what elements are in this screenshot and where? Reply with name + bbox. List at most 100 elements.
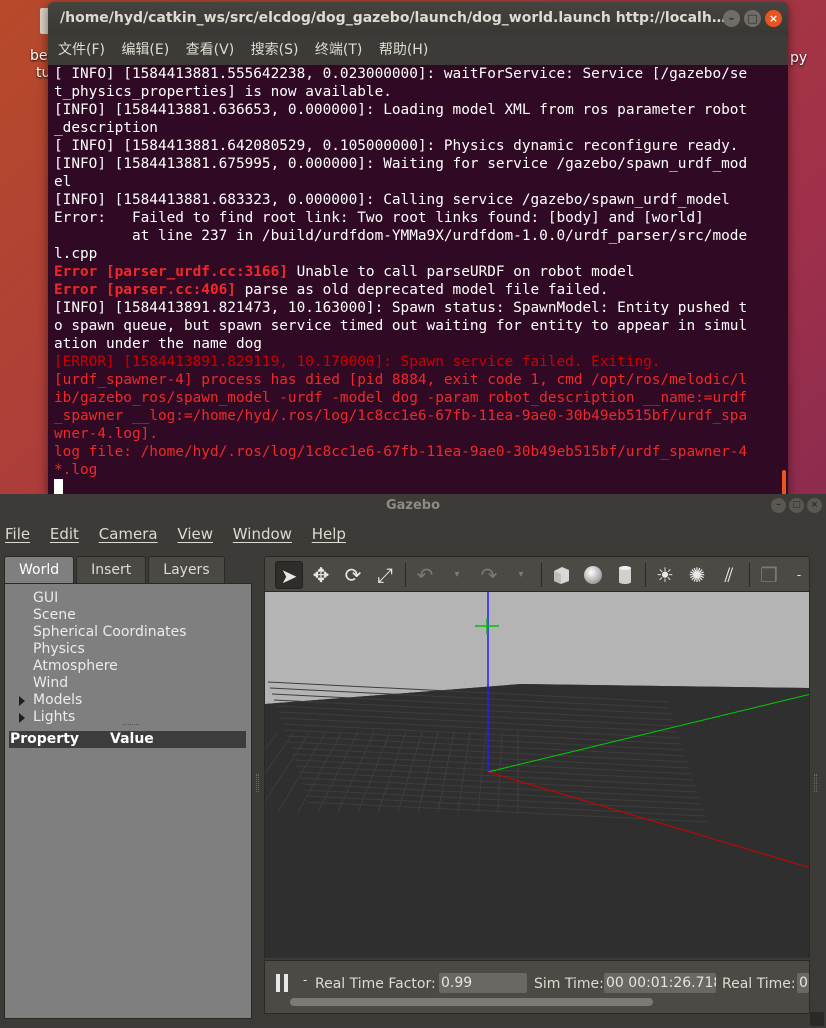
terminal-line: wner-4.log]. xyxy=(54,425,778,443)
menu-edit[interactable]: Edit xyxy=(50,525,79,543)
chevron-down-icon[interactable]: ▾ xyxy=(443,561,471,589)
panel-splitter[interactable] xyxy=(123,724,139,726)
tab-layers[interactable]: Layers xyxy=(148,556,225,583)
menu-file[interactable]: File xyxy=(5,525,30,543)
scene-render[interactable] xyxy=(265,592,810,958)
text-cursor xyxy=(54,479,63,495)
close-icon[interactable]: × xyxy=(807,498,822,513)
terminal-line-text: ation under the name dog xyxy=(54,336,262,352)
sim-time-value: 00 00:01:26.718 xyxy=(604,973,716,993)
terminal-line-text: _description xyxy=(54,120,158,136)
point-light-icon[interactable]: ☀ xyxy=(651,561,679,589)
gazebo-statusbar: - Real Time Factor: 0.99 Sim Time: 00 00… xyxy=(264,960,810,1014)
maximize-icon[interactable]: □ xyxy=(789,498,804,513)
terminal-window[interactable]: /home/hyd/catkin_ws/src/elcdog/dog_gazeb… xyxy=(48,2,788,498)
tree-item-label: Physics xyxy=(33,641,85,657)
terminal-line-text: t_physics_properties] is now available. xyxy=(54,84,392,100)
toolbar-separator xyxy=(405,563,406,587)
gazebo-window[interactable]: Gazebo – □ × File Edit Camera View Windo… xyxy=(0,494,826,1028)
error-prefix: Error [parser_urdf.cc:3166] xyxy=(54,264,288,280)
tree-item-label: Scene xyxy=(33,607,76,623)
minimize-icon[interactable]: – xyxy=(723,10,740,27)
box-shape-icon[interactable] xyxy=(547,561,575,589)
terminal-output[interactable]: [ INFO] [1584413881.555642238, 0.0230000… xyxy=(54,65,778,495)
terminal-line: Error [parser_urdf.cc:3166] Unable to ca… xyxy=(54,263,778,281)
step-icon[interactable]: - xyxy=(303,973,307,987)
spot-light-icon[interactable]: ✺ xyxy=(683,561,711,589)
terminal-line: log file: /home/hyd/.ros/log/1c8cc1e6-67… xyxy=(54,443,778,461)
expand-arrow-icon[interactable] xyxy=(19,696,25,706)
translate-icon[interactable]: ✥ xyxy=(307,561,335,589)
directional-light-icon[interactable]: ⫽ xyxy=(715,561,743,589)
real-time-factor-label: Real Time Factor: xyxy=(315,976,436,992)
terminal-line-text: [ INFO] [1584413881.555642238, 0.0230000… xyxy=(54,66,748,82)
terminal-line-text: Error: Failed to find root link: Two roo… xyxy=(54,210,704,226)
gazebo-menubar: File Edit Camera View Window Help xyxy=(0,518,826,550)
tree-item-physics[interactable]: Physics xyxy=(5,641,251,658)
tab-insert[interactable]: Insert xyxy=(76,556,147,583)
copy-icon[interactable]: ❐ xyxy=(755,561,783,589)
tree-item-gui[interactable]: GUI xyxy=(5,590,251,607)
expand-arrow-icon[interactable] xyxy=(19,713,25,723)
real-time-value: 0 xyxy=(797,973,809,993)
resize-grip-icon[interactable] xyxy=(810,1012,824,1026)
tree-item-scene[interactable]: Scene xyxy=(5,607,251,624)
menu-help[interactable]: Help xyxy=(312,525,346,543)
close-icon[interactable]: × xyxy=(765,10,782,27)
tree-item-label: Models xyxy=(33,692,83,708)
world-tree: GUI Scene Spherical Coordinates Physics Atmo… xyxy=(5,590,251,726)
terminal-line: [ INFO] [1584413881.642080529, 0.1050000… xyxy=(54,137,778,155)
chevron-down-icon[interactable]: ▾ xyxy=(507,561,535,589)
terminal-line: [ INFO] [1584413881.555642238, 0.0230000… xyxy=(54,65,778,83)
redo-icon[interactable]: ↷ xyxy=(475,561,503,589)
tree-item-spherical-coordinates[interactable]: Spherical Coordinates xyxy=(5,624,251,641)
tree-item-models[interactable]: Models xyxy=(5,692,251,709)
terminal-line: [INFO] [1584413891.821473, 10.163000]: S… xyxy=(54,299,778,317)
sphere-shape-icon[interactable] xyxy=(579,561,607,589)
tree-item-wind[interactable]: Wind xyxy=(5,675,251,692)
menu-view[interactable]: 查看(V) xyxy=(186,42,235,58)
terminal-line: el xyxy=(54,173,778,191)
terminal-scrollbar[interactable] xyxy=(782,470,786,496)
tree-item-atmosphere[interactable]: Atmosphere xyxy=(5,658,251,675)
sim-time-label: Sim Time: xyxy=(534,976,604,992)
pause-icon[interactable] xyxy=(275,974,289,992)
terminal-line: l.cpp xyxy=(54,245,778,263)
more-options-icon[interactable]: - xyxy=(785,561,813,589)
left-splitter-handle[interactable] xyxy=(256,774,259,792)
real-time-factor-value: 0.99 xyxy=(439,973,527,993)
tab-world[interactable]: World xyxy=(4,556,75,583)
minimize-icon[interactable]: – xyxy=(771,498,786,513)
terminal-line: _description xyxy=(54,119,778,137)
right-splitter-handle[interactable] xyxy=(814,774,817,792)
select-arrow-icon[interactable]: ➤ xyxy=(275,561,303,589)
menu-camera[interactable]: Camera xyxy=(99,525,158,543)
cylinder-shape-icon[interactable] xyxy=(611,561,639,589)
terminal-titlebar[interactable]: /home/hyd/catkin_ws/src/elcdog/dog_gazeb… xyxy=(48,2,788,35)
menu-file[interactable]: 文件(F) xyxy=(58,42,105,58)
scale-icon[interactable]: ⤢ xyxy=(371,561,399,589)
rotate-icon[interactable]: ⟳ xyxy=(339,561,367,589)
gazebo-titlebar[interactable]: Gazebo – □ × xyxy=(0,494,826,518)
menu-window[interactable]: Window xyxy=(233,525,292,543)
terminal-line-text: l.cpp xyxy=(54,246,98,262)
tree-item-label: Spherical Coordinates xyxy=(33,624,187,640)
scene-viewport[interactable] xyxy=(264,592,810,958)
menu-edit[interactable]: 编辑(E) xyxy=(121,42,169,58)
terminal-menubar: 文件(F) 编辑(E) 查看(V) 搜索(S) 终端(T) 帮助(H) xyxy=(48,35,788,65)
terminal-line-text: ib/gazebo_ros/spawn_model -urdf -model d… xyxy=(54,390,748,406)
menu-view[interactable]: View xyxy=(177,525,213,543)
menu-help[interactable]: 帮助(H) xyxy=(379,42,428,58)
terminal-line: ation under the name dog xyxy=(54,335,778,353)
maximize-icon[interactable]: □ xyxy=(744,10,761,27)
menu-search[interactable]: 搜索(S) xyxy=(251,42,299,58)
terminal-line-text: *.log xyxy=(54,462,98,478)
terminal-line-text: Unable to call parseURDF on robot model xyxy=(287,264,635,280)
menu-terminal[interactable]: 终端(T) xyxy=(315,42,362,58)
statusbar-scrollbar[interactable] xyxy=(290,998,653,1006)
terminal-line: [INFO] [1584413881.675995, 0.000000]: Wa… xyxy=(54,155,778,173)
terminal-prompt-line[interactable] xyxy=(54,479,778,495)
terminal-line: o spawn queue, but spawn service timed o… xyxy=(54,317,778,335)
undo-icon[interactable]: ↶ xyxy=(411,561,439,589)
terminal-line-text: log file: /home/hyd/.ros/log/1c8cc1e6-67… xyxy=(54,444,748,460)
